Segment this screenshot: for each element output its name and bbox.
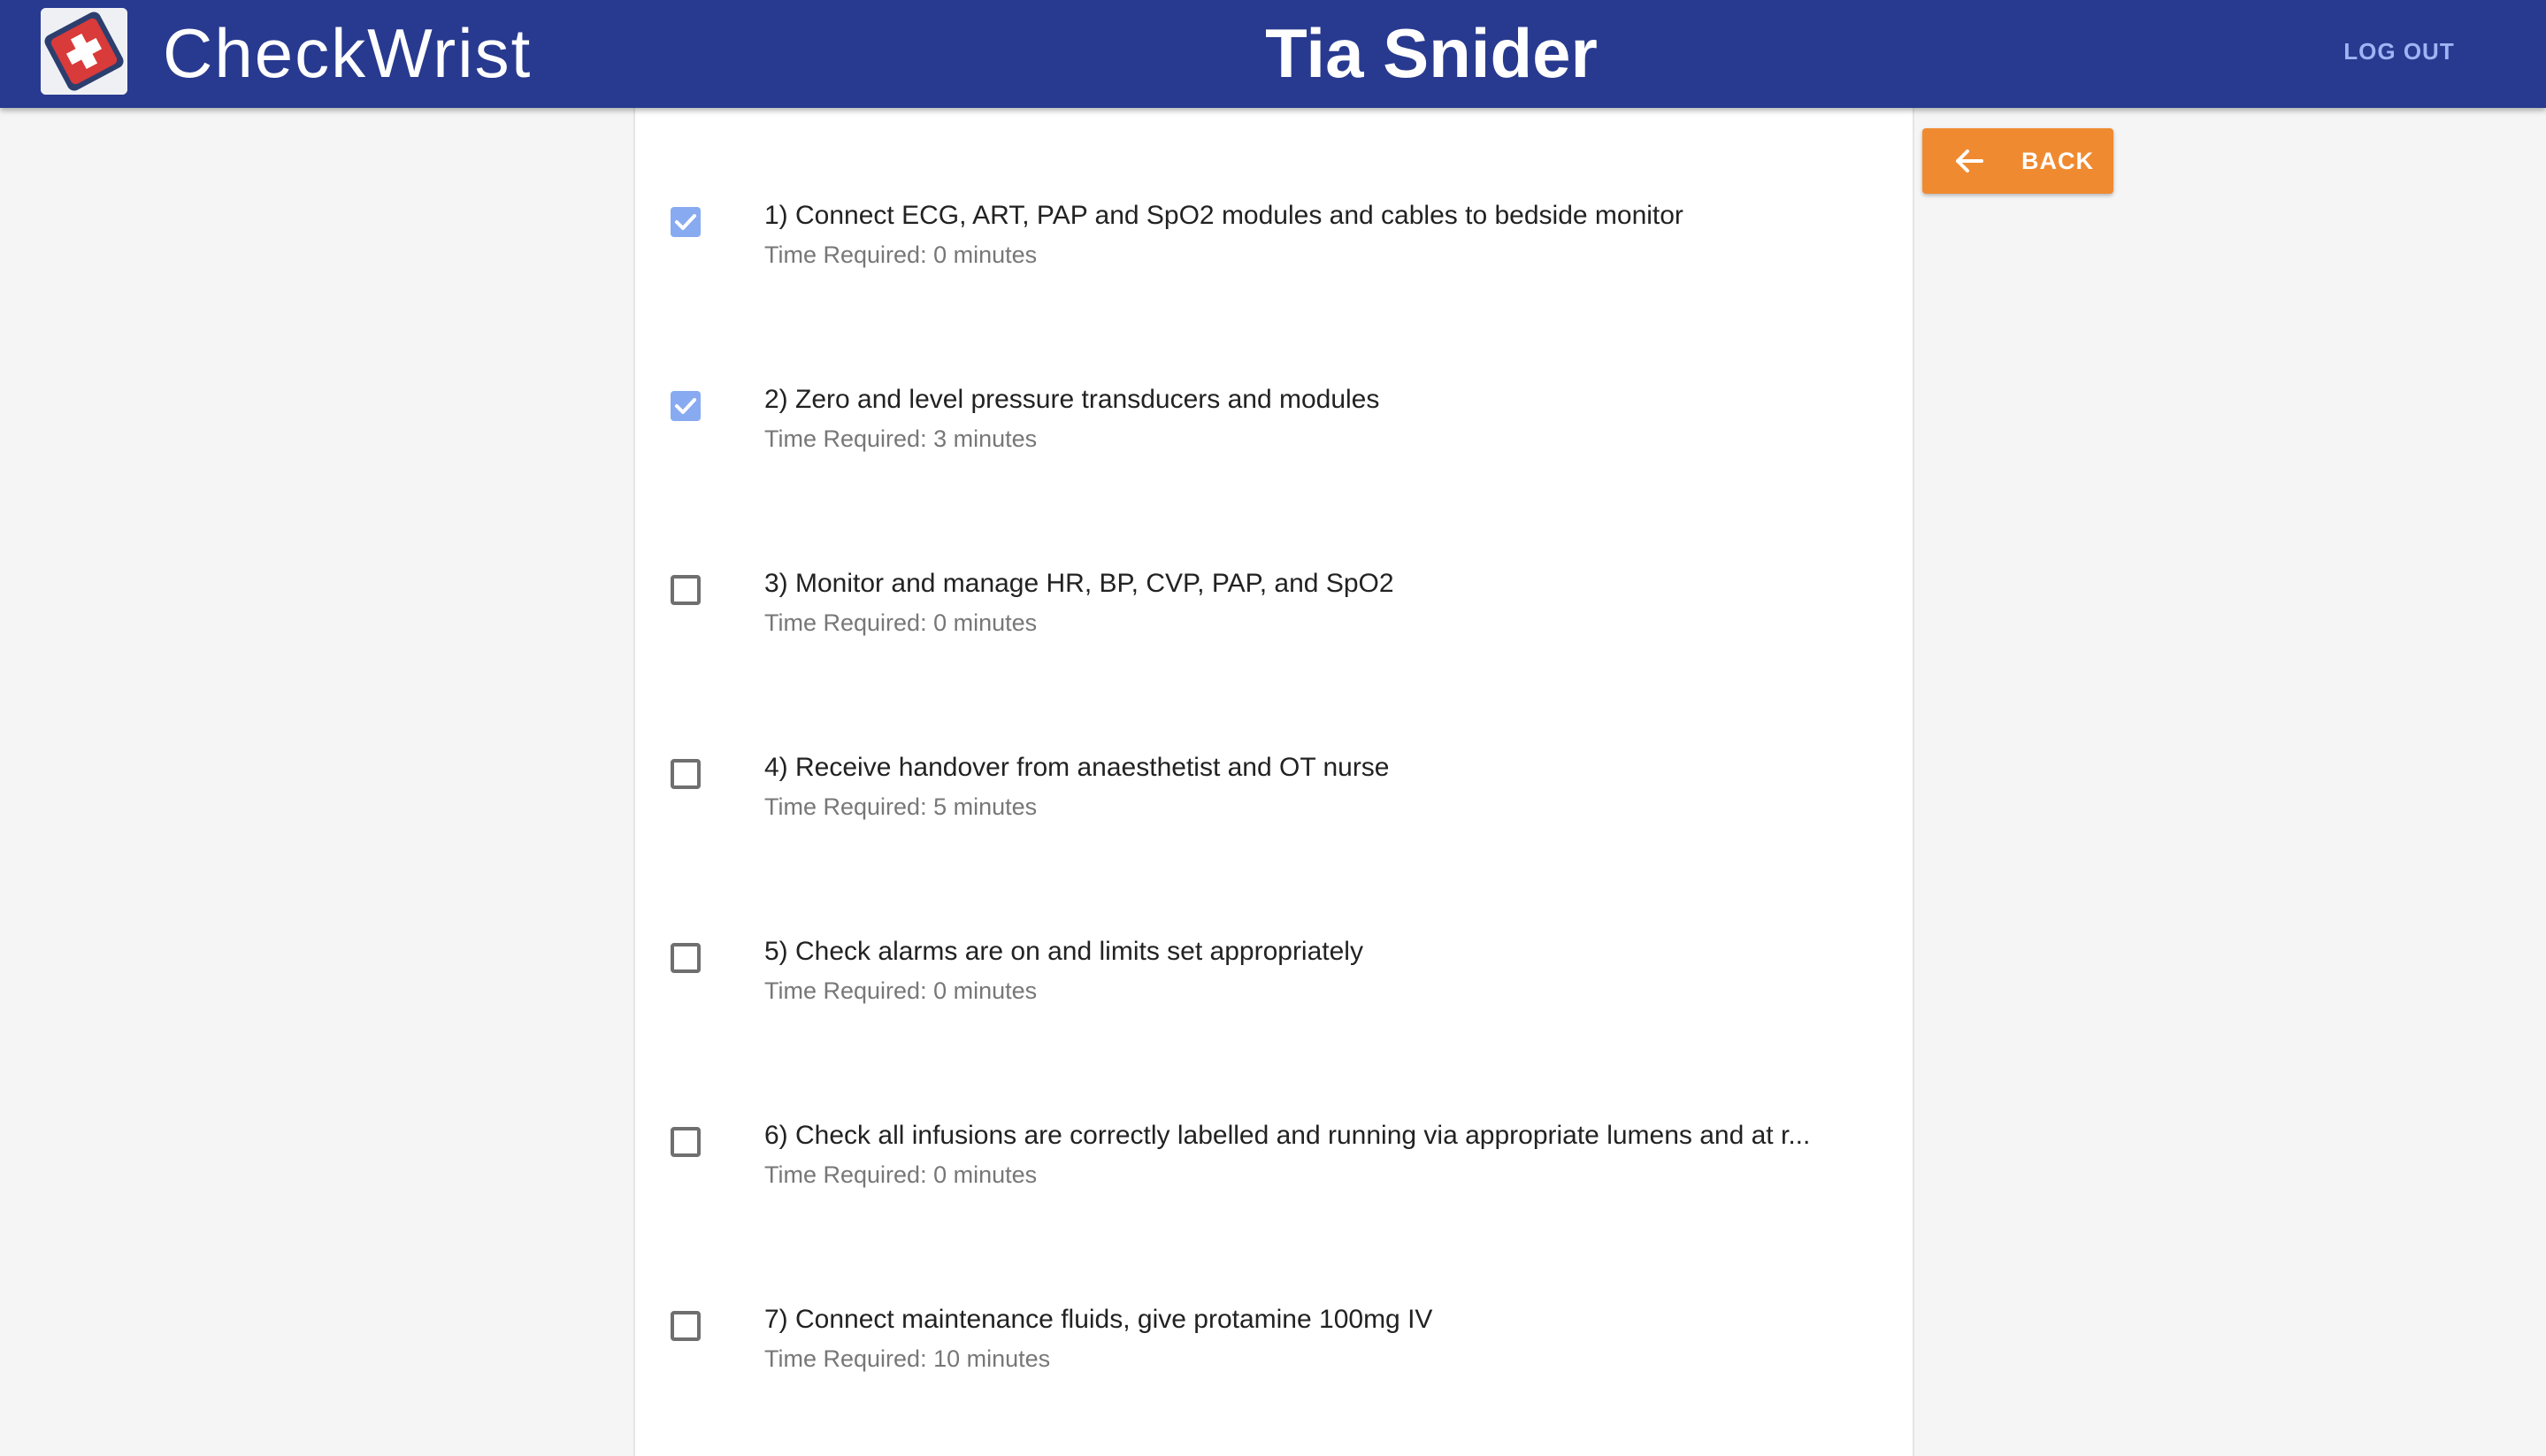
task-item: 7) Connect maintenance fluids, give prot… [635, 1238, 1913, 1422]
task-item: 6) Check all infusions are correctly lab… [635, 1054, 1913, 1238]
checkmark-icon [675, 214, 696, 230]
task-title: 5) Check alarms are on and limits set ap… [764, 937, 1363, 966]
task-time-required: Time Required: 3 minutes [764, 425, 1038, 452]
task-checkbox[interactable] [671, 759, 701, 789]
logout-button[interactable]: LOG OUT [2337, 32, 2461, 71]
task-item: 2) Zero and level pressure transducers a… [635, 318, 1913, 502]
task-time-required: Time Required: 0 minutes [764, 609, 1038, 636]
task-time-required: Time Required: 0 minutes [764, 1161, 1038, 1188]
app-logo [41, 8, 127, 95]
task-checkbox[interactable] [671, 207, 701, 237]
task-item: 1) Connect ECG, ART, PAP and SpO2 module… [635, 134, 1913, 318]
task-checkbox[interactable] [671, 391, 701, 421]
task-item: 5) Check alarms are on and limits set ap… [635, 870, 1913, 1054]
user-name-title: Tia Snider [1265, 14, 1598, 92]
task-checkbox[interactable] [671, 943, 701, 973]
task-time-required: Time Required: 0 minutes [764, 977, 1038, 1004]
task-title: 4) Receive handover from anaesthetist an… [764, 753, 1390, 782]
task-time-required: Time Required: 10 minutes [764, 1345, 1051, 1372]
task-title: 3) Monitor and manage HR, BP, CVP, PAP, … [764, 569, 1394, 598]
task-checkbox[interactable] [671, 1127, 701, 1157]
task-time-required: Time Required: 5 minutes [764, 793, 1038, 820]
task-title: 1) Connect ECG, ART, PAP and SpO2 module… [764, 201, 1683, 230]
app-bar: CheckWrist Tia Snider LOG OUT [0, 0, 2546, 108]
medical-cross-icon [41, 8, 127, 95]
app-brand: CheckWrist [163, 14, 533, 92]
task-item: 3) Monitor and manage HR, BP, CVP, PAP, … [635, 502, 1913, 686]
task-list-panel: 1) Connect ECG, ART, PAP and SpO2 module… [633, 108, 1914, 1456]
task-checkbox[interactable] [671, 1311, 701, 1341]
task-checkbox[interactable] [671, 575, 701, 605]
task-title: 7) Connect maintenance fluids, give prot… [764, 1305, 1433, 1334]
back-button[interactable]: BACK [1922, 128, 2113, 194]
task-item: 4) Receive handover from anaesthetist an… [635, 686, 1913, 870]
checkmark-icon [675, 398, 696, 414]
arrow-left-icon [1956, 149, 1983, 172]
task-time-required: Time Required: 0 minutes [764, 241, 1038, 268]
back-button-label: BACK [2021, 148, 2094, 174]
task-title: 2) Zero and level pressure transducers a… [764, 385, 1380, 414]
task-title: 6) Check all infusions are correctly lab… [764, 1121, 1811, 1150]
